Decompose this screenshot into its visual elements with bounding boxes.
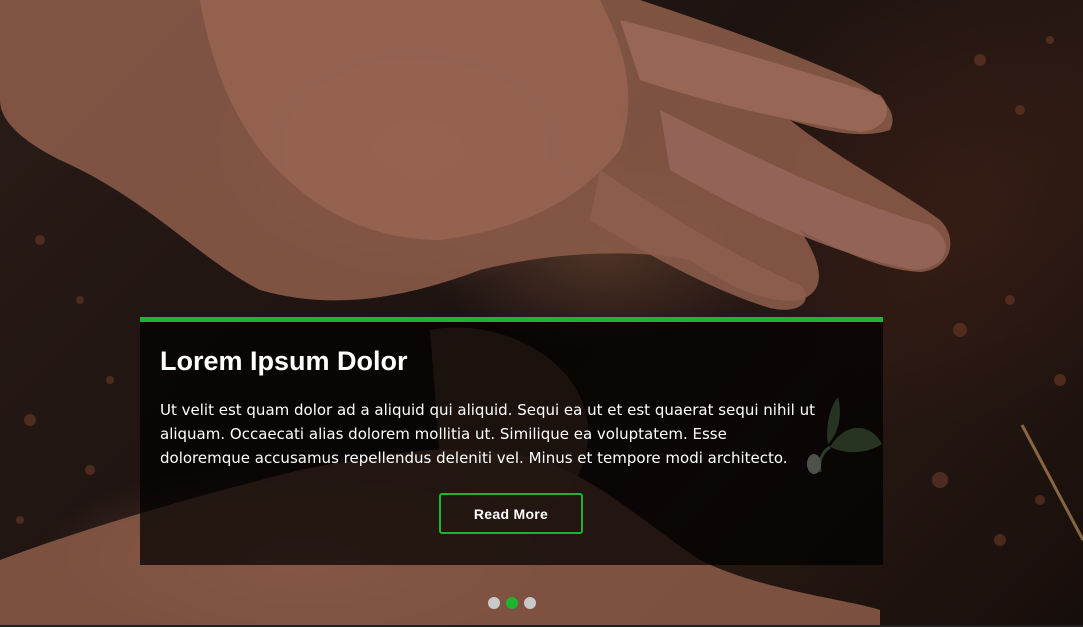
hero-slider: Lorem Ipsum Dolor Ut velit est quam dolo… [0,0,1083,627]
slide-dot-1[interactable] [488,597,500,609]
slide-dot-2[interactable] [506,597,518,609]
slide-description: Ut velit est quam dolor ad a aliquid qui… [160,401,815,467]
read-more-button[interactable]: Read More [439,493,583,534]
slide-title: Lorem Ipsum Dolor [160,346,408,376]
slide-dot-3[interactable] [524,597,536,609]
slider-pagination [488,597,536,609]
slide-caption-card: Lorem Ipsum Dolor Ut velit est quam dolo… [140,317,883,565]
seedling-icon [807,397,882,474]
